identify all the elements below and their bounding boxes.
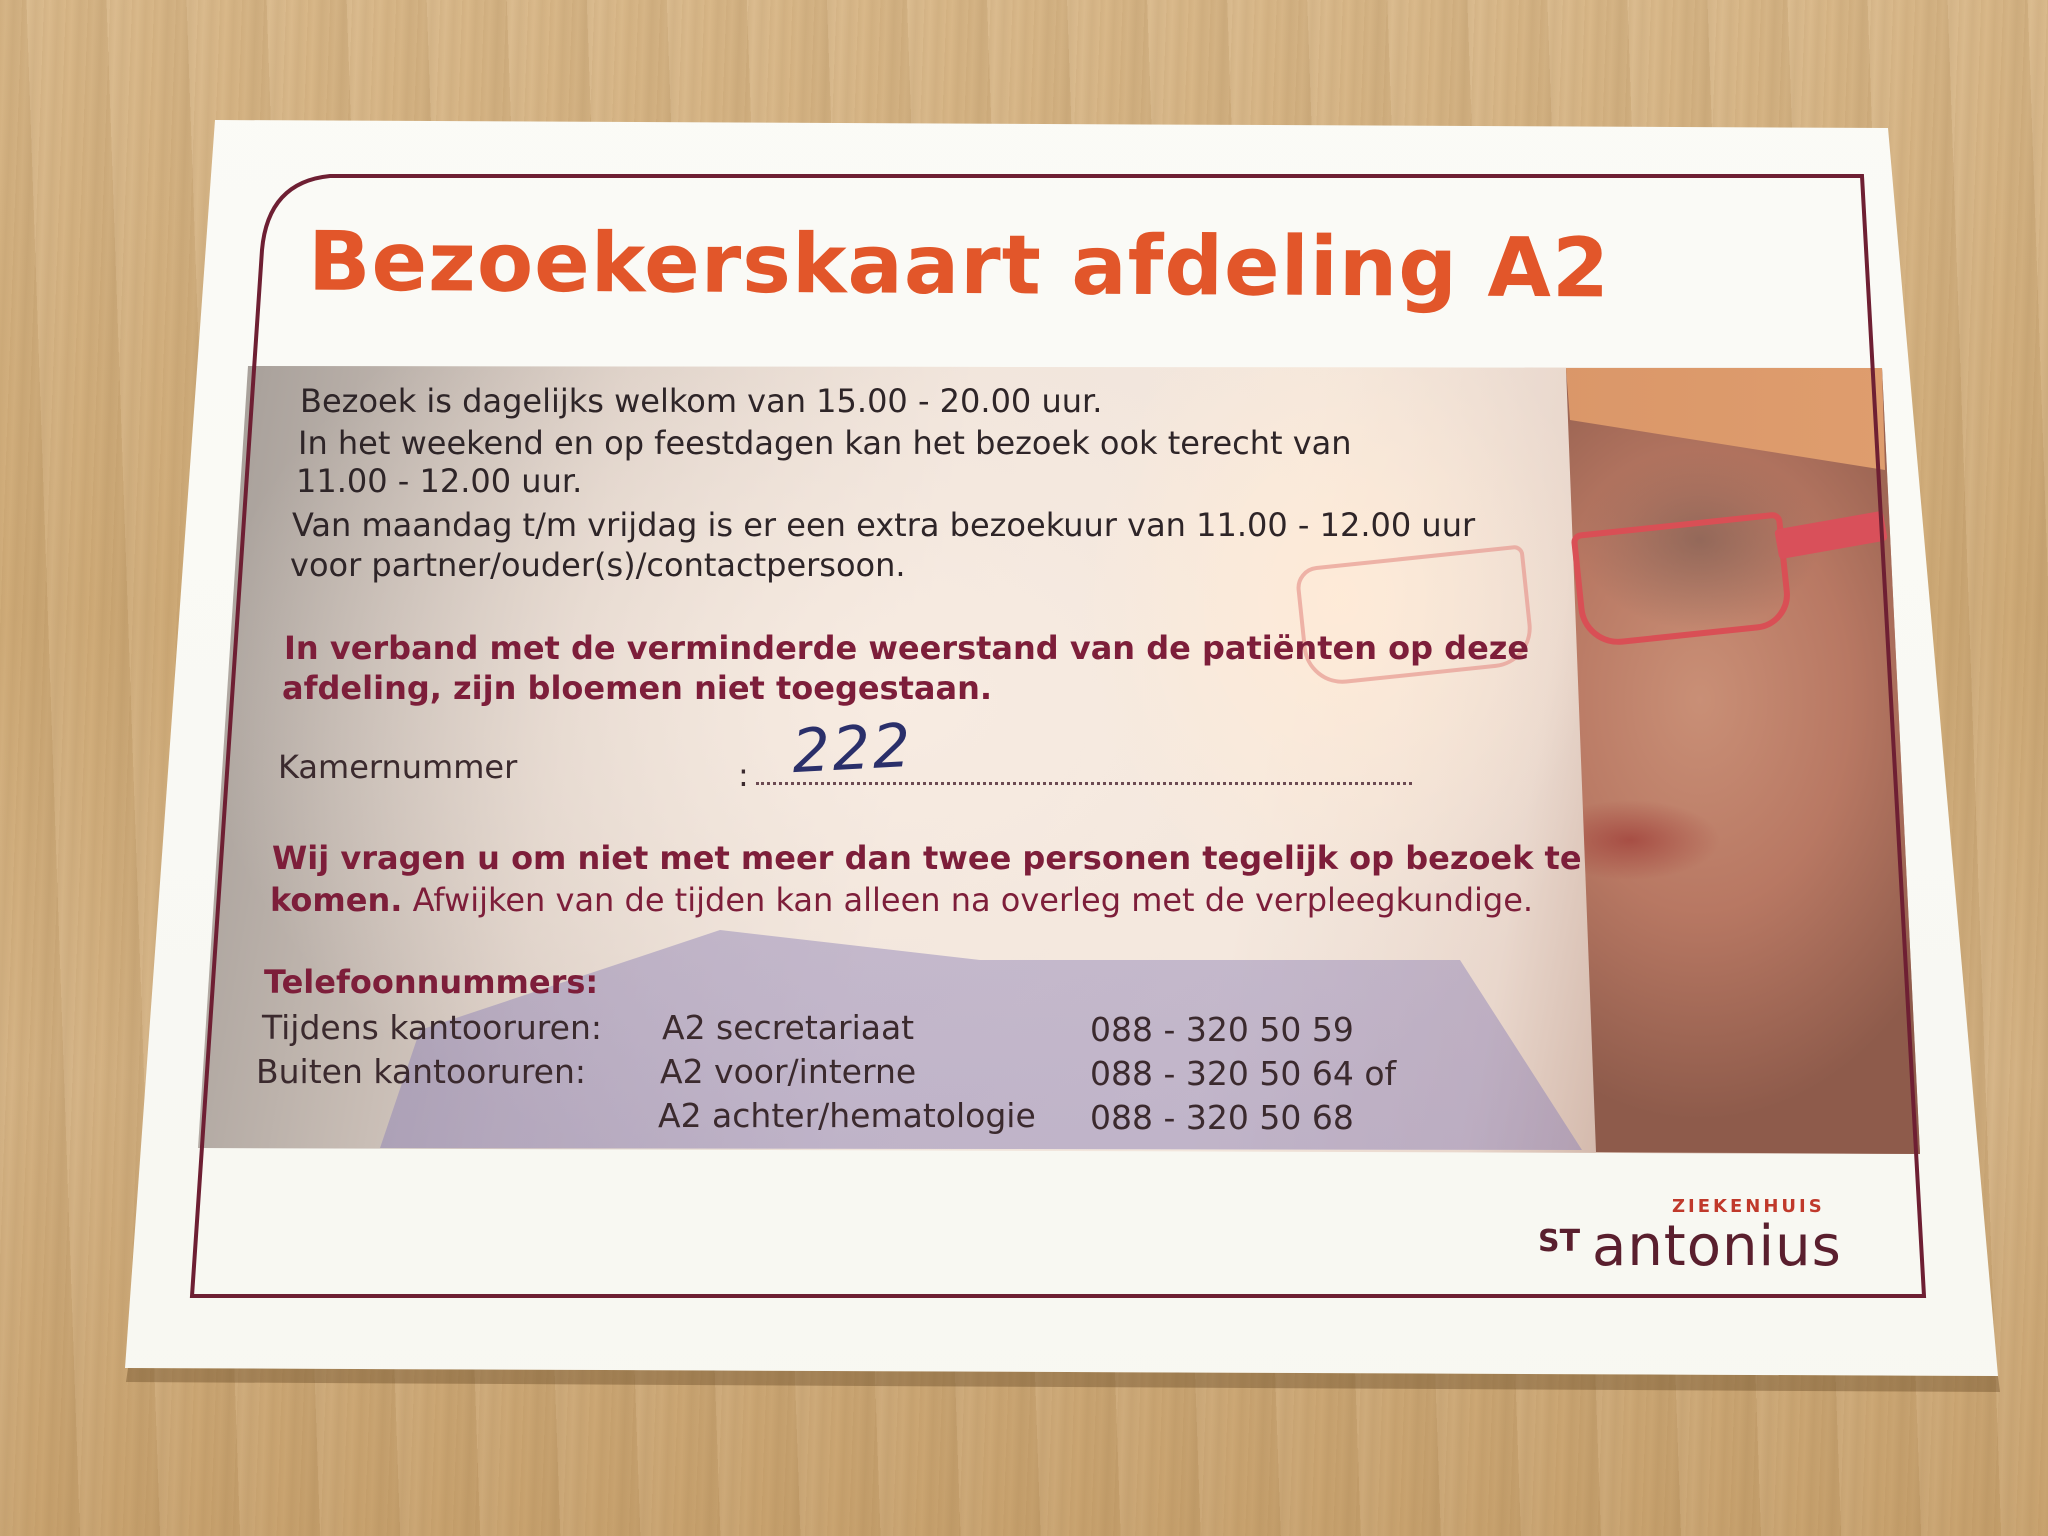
visiting-line-4: Van maandag t/m vrijdag is er een extra … [292,506,1476,544]
visitor-limit-line-2: komen. Afwijken van de tijden kan alleen… [270,880,1533,920]
phone-row-1-dept: A2 secretariaat [662,1008,915,1047]
visitor-card: Bezoekerskaart afdeling A2 Bezoek is dag… [0,0,2048,1536]
logo-antonius: antonius [1592,1214,1842,1279]
visiting-line-1: Bezoek is dagelijks welkom van 15.00 - 2… [300,382,1103,420]
visiting-line-3: 11.00 - 12.00 uur. [296,462,583,500]
phone-row-3-number: 088 - 320 50 68 [1090,1098,1354,1137]
room-separator: : [738,756,749,794]
room-number-handwritten: 222 [790,710,915,788]
phone-row-2-number: 088 - 320 50 64 of [1090,1054,1397,1093]
page-title: Bezoekerskaart afdeling A2 [307,214,1611,317]
phones-heading: Telefoonnummers: [264,963,599,1001]
phone-row-1-number: 088 - 320 50 59 [1090,1010,1354,1049]
logo-st: ST [1538,1224,1581,1259]
visiting-line-2: In het weekend en op feestdagen kan het … [298,424,1352,462]
visitor-limit-line-2-rest: Afwijken van de tijden kan alleen na ove… [402,881,1534,919]
phone-row-1-label: Tijdens kantooruren: [262,1008,602,1047]
visitor-limit-line-2-bold: komen. [270,881,403,919]
flowers-notice-line-2: afdeling, zijn bloemen niet toegestaan. [282,669,993,707]
visitor-limit-line-1: Wij vragen u om niet met meer dan twee p… [272,839,1582,877]
visiting-line-5: voor partner/ouder(s)/contactpersoon. [290,546,906,584]
phone-row-2-label: Buiten kantooruren: [256,1052,587,1091]
glasses [1570,511,1794,649]
flowers-notice-line-1: In verband met de verminderde weerstand … [284,629,1530,667]
phone-row-3-dept: A2 achter/hematologie [658,1096,1036,1135]
room-label: Kamernummer [278,748,518,786]
phone-row-2-dept: A2 voor/interne [660,1052,917,1091]
